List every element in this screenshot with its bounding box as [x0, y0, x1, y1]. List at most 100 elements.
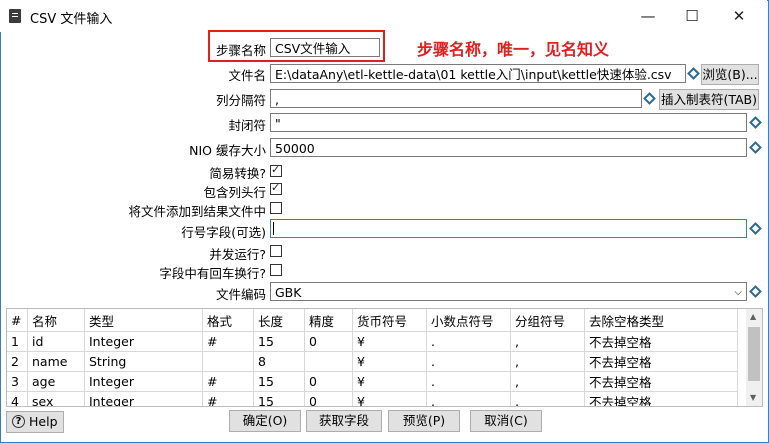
- column-header[interactable]: 类型: [84, 309, 203, 332]
- highlight-box: [208, 30, 385, 62]
- add-to-result-checkbox[interactable]: [270, 202, 282, 214]
- table-row[interactable]: 1 id Integer # 15 0 ¥ . , 不去掉空格: [7, 331, 738, 352]
- preview-button[interactable]: 预览(P): [388, 410, 460, 432]
- parallel-label: 并发运行?: [209, 247, 266, 262]
- cell-index: 2: [7, 351, 28, 372]
- cell-precision[interactable]: [304, 351, 353, 372]
- enclosure-label: 封闭符: [228, 118, 266, 133]
- rownum-field-input[interactable]: [270, 219, 747, 238]
- table-row[interactable]: 4 sex Integer # 15 0 ¥ . , 不去掉空格: [7, 391, 738, 406]
- cell-trim[interactable]: 不去掉空格: [584, 351, 738, 372]
- minimize-button[interactable]: —: [625, 0, 671, 32]
- nio-buffer-input[interactable]: 50000: [270, 138, 747, 157]
- scroll-down-icon[interactable]: ▼: [750, 393, 756, 402]
- table-row[interactable]: 3 age Integer # 15 0 ¥ . , 不去掉空格: [7, 371, 738, 392]
- table-header-row: # 名称 类型 格式 长度 精度 货币符号 小数点符号 分组符号 去除空格类型: [7, 309, 738, 332]
- filename-input[interactable]: E:\dataAny\etl-kettle-data\01 kettle入门\i…: [270, 64, 686, 83]
- scroll-up-icon[interactable]: ▲: [750, 312, 756, 321]
- cell-group[interactable]: ,: [510, 331, 585, 352]
- cell-group[interactable]: ,: [510, 371, 585, 392]
- get-fields-button[interactable]: 获取字段: [306, 410, 382, 432]
- column-header[interactable]: 去除空格类型: [584, 309, 738, 332]
- delimiter-label: 列分隔符: [215, 93, 266, 108]
- rownum-field-label: 行号字段(可选): [181, 225, 266, 240]
- cell-format[interactable]: #: [202, 331, 254, 352]
- cell-type[interactable]: String: [84, 351, 203, 372]
- help-label: Help: [29, 414, 58, 429]
- encoding-select[interactable]: GBK ⌵: [270, 282, 747, 301]
- browse-button[interactable]: 浏览(B)...: [701, 64, 759, 85]
- header-row-label: 包含列头行: [203, 185, 266, 200]
- cell-index: 1: [7, 331, 28, 352]
- cell-currency[interactable]: ¥: [352, 391, 427, 406]
- cell-name[interactable]: id: [27, 331, 85, 352]
- header-row-checkbox[interactable]: [270, 181, 282, 195]
- title-bar: CSV 文件输入 — ☐ ✕: [0, 0, 767, 32]
- fields-table: # 名称 类型 格式 长度 精度 货币符号 小数点符号 分组符号 去除空格类型 …: [6, 308, 763, 407]
- insert-tab-button[interactable]: 插入制表符(TAB): [659, 89, 759, 110]
- cell-group[interactable]: ,: [510, 351, 585, 372]
- column-header[interactable]: 分组符号: [510, 309, 585, 332]
- cancel-button[interactable]: 取消(C): [470, 410, 542, 432]
- newline-checkbox[interactable]: [270, 264, 282, 276]
- enclosure-input[interactable]: ": [270, 113, 747, 132]
- chevron-down-icon: ⌵: [734, 287, 742, 298]
- cell-currency[interactable]: ¥: [352, 331, 427, 352]
- column-header[interactable]: 名称: [27, 309, 85, 332]
- column-header[interactable]: 精度: [304, 309, 353, 332]
- column-header[interactable]: 长度: [253, 309, 305, 332]
- cell-type[interactable]: Integer: [84, 331, 203, 352]
- encoding-value: GBK: [275, 285, 302, 300]
- cell-decimal[interactable]: .: [426, 391, 511, 406]
- document-icon: [9, 9, 21, 23]
- cell-decimal[interactable]: .: [426, 371, 511, 392]
- cell-precision[interactable]: 0: [304, 371, 353, 392]
- cell-type[interactable]: Integer: [84, 371, 203, 392]
- add-to-result-label: 将文件添加到结果文件中: [128, 204, 266, 219]
- cell-decimal[interactable]: .: [426, 331, 511, 352]
- cell-length[interactable]: 8: [253, 351, 305, 372]
- cell-trim[interactable]: 不去掉空格: [584, 391, 738, 406]
- cell-trim[interactable]: 不去掉空格: [584, 371, 738, 392]
- lazy-conversion-checkbox[interactable]: [270, 163, 282, 177]
- cell-length[interactable]: 15: [253, 391, 305, 406]
- text-caret: [273, 222, 274, 235]
- cell-currency[interactable]: ¥: [352, 371, 427, 392]
- cell-length[interactable]: 15: [253, 371, 305, 392]
- cell-group[interactable]: ,: [510, 391, 585, 406]
- delimiter-input[interactable]: ,: [270, 89, 642, 108]
- parallel-checkbox[interactable]: [270, 245, 282, 257]
- close-button[interactable]: ✕: [716, 0, 762, 32]
- cell-trim[interactable]: 不去掉空格: [584, 331, 738, 352]
- cell-precision[interactable]: 0: [304, 331, 353, 352]
- newline-label: 字段中有回车换行?: [159, 266, 266, 281]
- column-header[interactable]: 货币符号: [352, 309, 427, 332]
- cell-length[interactable]: 15: [253, 331, 305, 352]
- cell-format[interactable]: #: [202, 391, 254, 406]
- cell-name[interactable]: sex: [27, 391, 85, 406]
- cell-decimal[interactable]: .: [426, 351, 511, 372]
- column-header[interactable]: 小数点符号: [426, 309, 511, 332]
- column-header[interactable]: #: [7, 309, 28, 332]
- window-title: CSV 文件输入: [30, 12, 113, 27]
- maximize-button[interactable]: ☐: [669, 0, 715, 32]
- cell-index: 4: [7, 391, 28, 406]
- help-button[interactable]: ? Help: [6, 411, 64, 433]
- filename-label: 文件名: [228, 68, 266, 83]
- cell-name[interactable]: name: [27, 351, 85, 372]
- ok-button[interactable]: 确定(O): [229, 410, 301, 432]
- cell-format[interactable]: #: [202, 371, 254, 392]
- cell-currency[interactable]: ¥: [352, 351, 427, 372]
- cell-precision[interactable]: 0: [304, 391, 353, 406]
- cell-name[interactable]: age: [27, 371, 85, 392]
- table-row[interactable]: 2 name String 8 ¥ . , 不去掉空格: [7, 351, 738, 372]
- cell-index: 3: [7, 371, 28, 392]
- column-header[interactable]: 格式: [202, 309, 254, 332]
- cell-type[interactable]: Integer: [84, 391, 203, 406]
- lazy-conversion-label: 简易转换?: [209, 166, 266, 181]
- encoding-label: 文件编码: [215, 287, 266, 302]
- cell-format[interactable]: [202, 351, 254, 372]
- scroll-thumb[interactable]: [748, 327, 760, 381]
- table-scrollbar[interactable]: ▲ ▼: [746, 309, 762, 406]
- annotation-text: 步骤名称，唯一，见名知义: [417, 40, 610, 59]
